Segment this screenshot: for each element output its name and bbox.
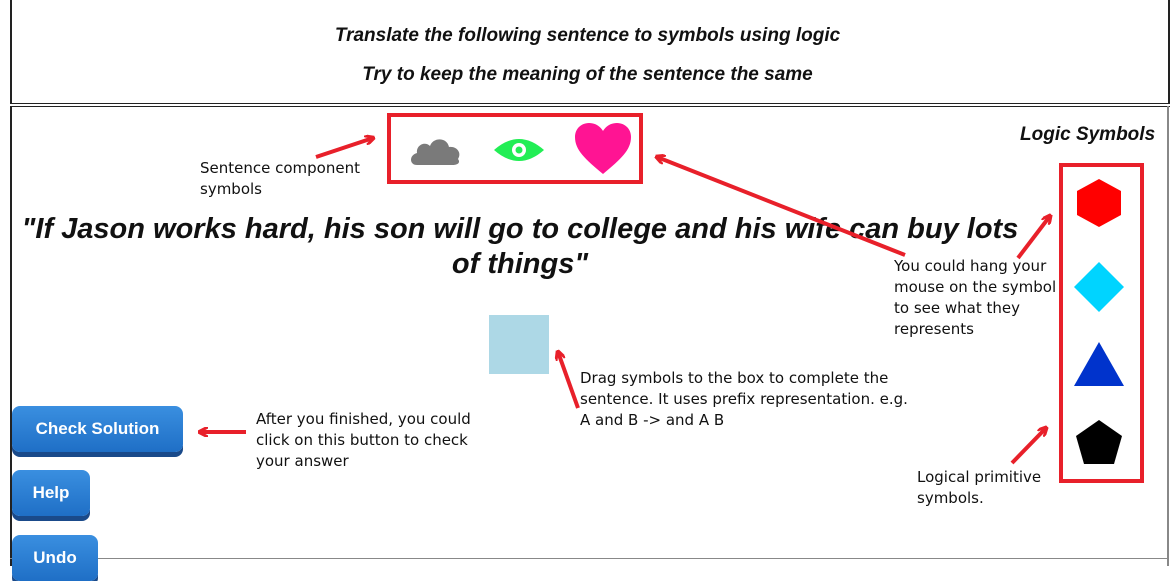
arrow-to-logic-box-bottom	[1010, 428, 1046, 465]
help-button[interactable]: Help	[12, 470, 90, 516]
eye-icon[interactable]	[492, 135, 546, 165]
annotation-drag: Drag symbols to the box to complete the …	[580, 369, 908, 429]
heart-icon[interactable]	[575, 123, 631, 175]
main-border-bottom	[10, 558, 1169, 559]
annotation-check: After you finished, you could click on t…	[256, 410, 471, 470]
annotation-primitive: Logical primitive symbols.	[917, 468, 1042, 507]
hexagon-icon[interactable]	[1074, 177, 1124, 229]
sentence-text: "If Jason works hard, his son will go to…	[21, 213, 1019, 280]
arrow-to-drop-box	[558, 352, 580, 409]
arrow-to-component-box	[315, 138, 373, 159]
answer-drop-box[interactable]	[489, 315, 549, 374]
logic-symbols-box	[1059, 163, 1144, 483]
check-solution-button[interactable]: Check Solution	[12, 406, 183, 452]
triangle-icon[interactable]	[1072, 340, 1126, 388]
arrow-to-logic-symbols	[1016, 216, 1050, 260]
instruction-line-1: Translate the following sentence to symb…	[334, 25, 841, 46]
cloud-icon[interactable]	[407, 129, 463, 169]
diamond-icon[interactable]	[1073, 261, 1125, 313]
main-border-right	[1167, 106, 1169, 566]
divider	[10, 106, 1170, 107]
undo-button[interactable]: Undo	[12, 535, 98, 581]
instruction-line-2: Try to keep the meaning of the sentence …	[362, 64, 813, 85]
header-panel	[10, 0, 1170, 104]
pentagon-icon[interactable]	[1074, 418, 1124, 466]
logic-symbols-title: Logic Symbols	[1020, 124, 1156, 145]
annotation-hover: You could hang your mouse on the symbol …	[894, 257, 1057, 338]
component-symbols-box	[387, 113, 643, 184]
annotation-component-symbols: Sentence component symbols	[200, 159, 360, 198]
